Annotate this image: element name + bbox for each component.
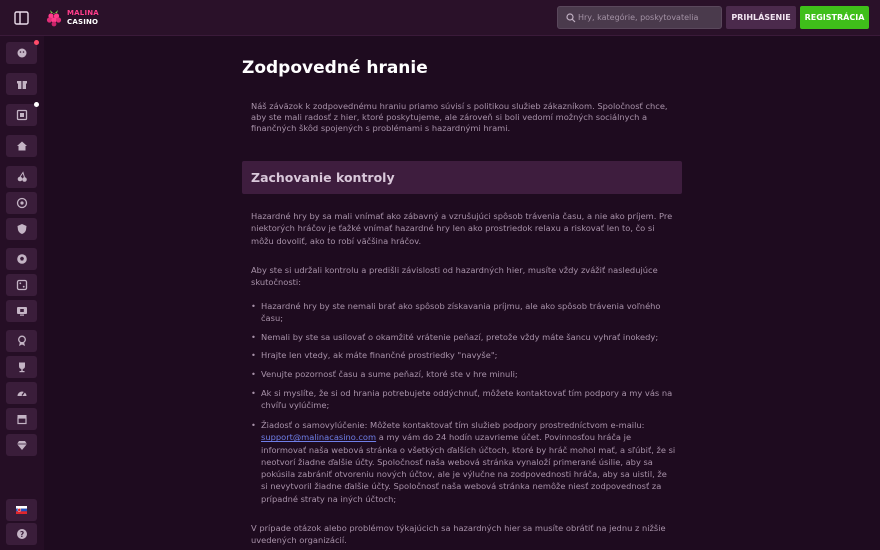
language-selector[interactable] xyxy=(6,499,37,521)
list-item-self-exclusion: Žiadosť o samovylúčenie: Môžete kontakto… xyxy=(251,419,676,505)
sidebar-item-tournaments[interactable] xyxy=(6,356,37,378)
sidebar-item-loyalty[interactable] xyxy=(6,330,37,352)
list-item: Ak si myslíte, že si od hrania potrebuje… xyxy=(251,387,676,412)
paragraph-2: Aby ste si udržali kontrolu a predišli z… xyxy=(251,265,658,288)
sidebar-item-slots[interactable] xyxy=(6,102,39,126)
cherries-icon xyxy=(17,171,27,182)
speedometer-icon xyxy=(17,391,26,396)
list-item: Hrajte len vtedy, ak máte finančné prost… xyxy=(251,349,676,362)
svg-text:?: ? xyxy=(19,530,23,539)
roulette-icon xyxy=(16,197,27,209)
shop-icon xyxy=(16,415,27,425)
self-exclusion-prefix: Žiadosť o samovylúčenie: Môžete kontakto… xyxy=(261,420,645,430)
help-button[interactable]: ? xyxy=(6,523,37,545)
malina-casino-logo[interactable]: MALINA CASINO xyxy=(45,7,105,29)
list-item: Nemali by ste sa usilovať o okamžité vrá… xyxy=(251,331,676,344)
sidebar-item-vip[interactable] xyxy=(6,434,37,456)
soccer-ball-icon xyxy=(16,254,27,264)
sidebar-item-roulette[interactable] xyxy=(6,192,37,214)
page-title: Zodpovedné hranie xyxy=(242,58,428,78)
slot-machine-icon xyxy=(16,109,27,121)
sidebar-item-live-casino[interactable] xyxy=(6,300,37,322)
slovak-flag-icon xyxy=(16,506,27,514)
avatar-icon xyxy=(17,48,26,58)
search-icon xyxy=(566,13,576,23)
sidebar-item-table-games[interactable] xyxy=(6,274,37,296)
sidebar-item-bonuses[interactable] xyxy=(6,73,37,95)
list-item: Venujte pozornosť času a sume peňazí, kt… xyxy=(251,368,676,381)
section-header: Zachovanie kontroly xyxy=(242,161,682,194)
gift-icon xyxy=(16,81,27,89)
sidebar-toggle-icon[interactable] xyxy=(13,9,31,27)
sidebar: ? xyxy=(0,36,44,550)
shield-icon xyxy=(17,224,26,234)
raspberry-logo-icon xyxy=(45,8,63,27)
search-box xyxy=(557,6,722,29)
sidebar-item-home[interactable] xyxy=(6,135,37,157)
logo-line-casino: CASINO xyxy=(67,18,99,26)
section-title: Zachovanie kontroly xyxy=(251,170,395,185)
top-header: MALINA CASINO PRIHLÁSENIE REGISTRÁCIA xyxy=(0,0,880,36)
sidebar-item-fruit-games[interactable] xyxy=(6,166,37,188)
sidebar-item-sports[interactable] xyxy=(6,248,37,270)
diamond-icon xyxy=(16,441,27,450)
paragraph-1: Hazardné hry by sa mali vnímať ako zábav… xyxy=(251,211,673,246)
sidebar-item-fast-games[interactable] xyxy=(6,382,37,404)
self-exclusion-suffix: a my vám do 24 hodín uzavrieme účet. Pov… xyxy=(261,432,676,504)
trophy-icon xyxy=(18,362,25,373)
support-email-link[interactable]: support@malinacasino.com xyxy=(261,432,376,442)
sidebar-item-shield[interactable] xyxy=(6,218,37,240)
logo-line-malina: MALINA xyxy=(67,9,99,17)
sidebar-item-profile[interactable] xyxy=(6,40,39,64)
home-icon xyxy=(16,141,27,151)
help-icon: ? xyxy=(16,529,27,539)
info-badge xyxy=(34,102,39,107)
paragraph-3: V prípade otázok alebo problémov týkajúc… xyxy=(251,523,666,546)
intro-paragraph: Náš záväzok k zodpovednému hraniu priamo… xyxy=(251,101,668,133)
login-button[interactable]: PRIHLÁSENIE xyxy=(726,6,796,29)
notification-badge xyxy=(34,40,39,45)
logo-text: MALINA CASINO xyxy=(67,9,99,27)
sidebar-item-shop[interactable] xyxy=(6,408,37,430)
register-button[interactable]: REGISTRÁCIA xyxy=(800,6,869,29)
screen-icon xyxy=(16,307,27,316)
dice-icon xyxy=(16,279,27,291)
list-item: Hazardné hry by ste nemali brať ako spôs… xyxy=(251,300,676,325)
search-input[interactable] xyxy=(578,7,718,28)
medal-icon xyxy=(17,335,26,346)
